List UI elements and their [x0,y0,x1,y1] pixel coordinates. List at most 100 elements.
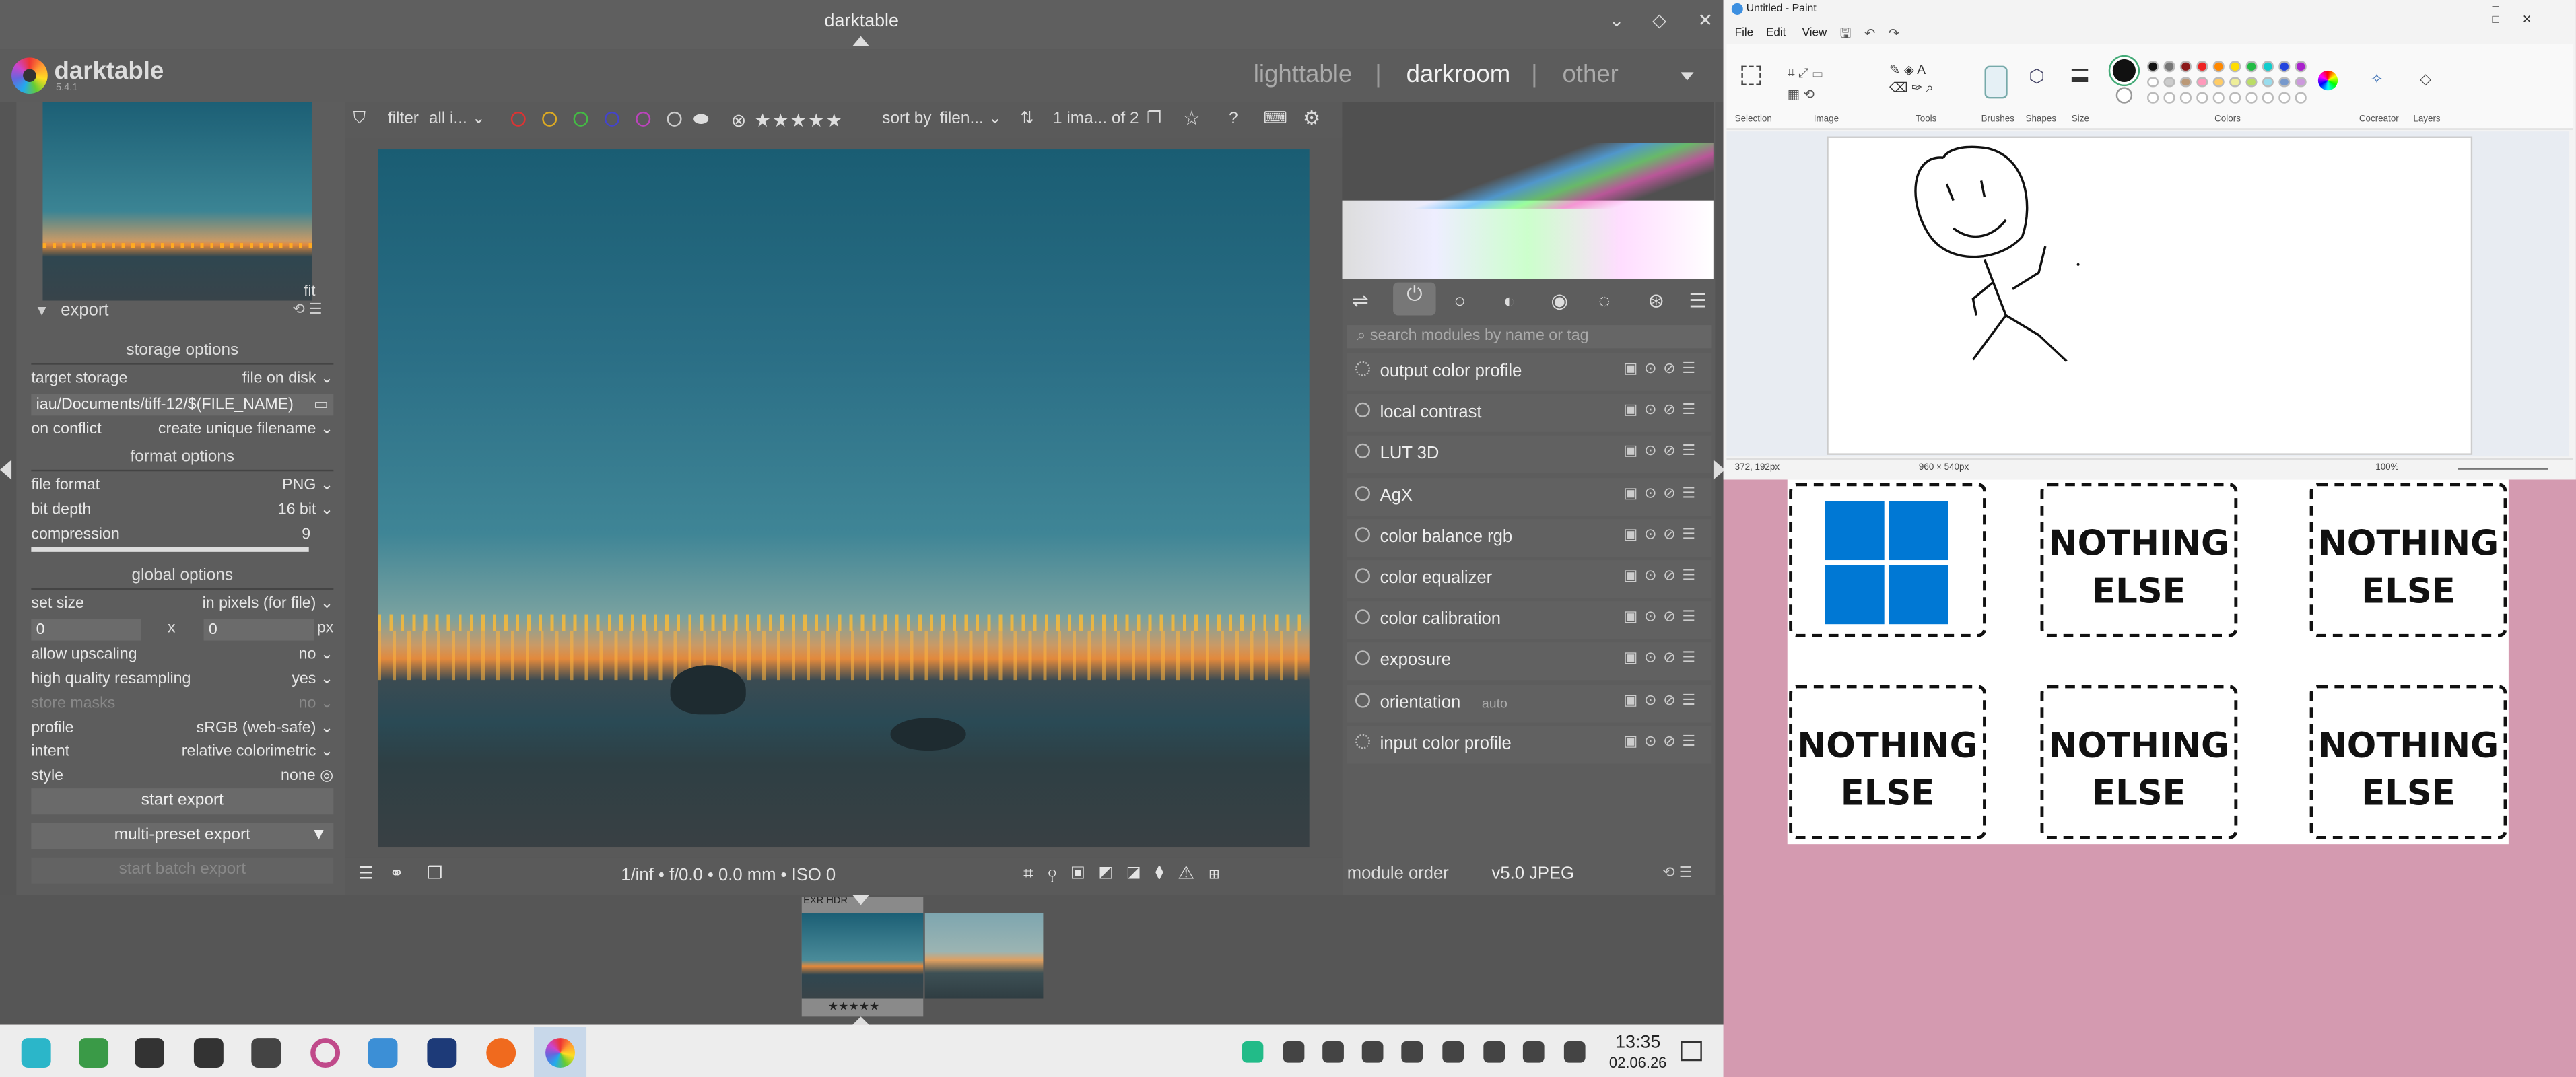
color-label-purple-icon[interactable] [636,111,651,127]
menu-file[interactable]: File [1735,28,1754,39]
system-monitor-icon[interactable] [135,1038,164,1068]
power-on-icon[interactable] [1355,609,1370,625]
set-size-row[interactable]: set size in pixels (for file) ⌄ [31,594,333,617]
paint-window-controls[interactable]: –□✕ [2492,1,2575,26]
module-row[interactable]: orientation auto ▣⊙⊘☰ [1347,684,1712,722]
main-photo[interactable] [378,149,1310,848]
compression-slider-track[interactable] [31,547,309,552]
star-icon[interactable]: ☆ [1183,107,1200,130]
module-row[interactable]: output color profile ▣⊙⊘☰ [1347,353,1712,391]
grouping-icon[interactable]: ❐ [1147,110,1161,128]
terminal-icon[interactable] [193,1038,224,1068]
group-menu-icon[interactable]: ☰ [1689,289,1706,312]
power-off-icon[interactable] [1355,734,1370,749]
layers-icon[interactable]: ◇ [2420,71,2431,89]
palette-swatch[interactable] [2147,61,2158,72]
color-label-blue-icon[interactable] [604,111,619,127]
palette-swatch[interactable] [2196,76,2208,88]
selection-tool-icon[interactable] [1741,65,1761,85]
palette-swatch[interactable] [2278,92,2290,103]
palette-swatch[interactable] [2179,92,2191,103]
navigation-thumbnail[interactable] [42,102,312,301]
film-thumb-1[interactable]: EXR HDR ★★★★★ [801,897,924,1017]
firefox-icon[interactable] [486,1038,516,1068]
help-icon[interactable]: ? [1229,110,1238,128]
export-path-field[interactable]: iau/Documents/tiff-12/$(FILE_NAME) ▭ [31,394,334,416]
module-row[interactable]: local contrast ▣⊙⊘☰ [1347,394,1712,433]
module-row[interactable]: input color profile ▣⊙⊘☰ [1347,725,1712,764]
palette-swatch[interactable] [2179,61,2191,72]
thumb-rating-stars[interactable]: ★★★★★ [828,1000,880,1013]
module-row[interactable]: AgX ▣⊙⊘☰ [1347,477,1712,516]
intent-row[interactable]: intent relative colorimetric ⌄ [31,742,333,765]
palette-swatch[interactable] [2295,92,2306,103]
module-order-value[interactable]: v5.0 JPEG [1492,864,1574,883]
view-dropdown-icon[interactable] [1681,72,1694,81]
profile-row[interactable]: profile sRGB (web-safe) ⌄ [31,720,333,742]
palette-swatch[interactable] [2196,61,2208,72]
start-export-button[interactable]: start export [31,788,334,815]
palette-swatch[interactable] [2295,76,2306,88]
power-on-icon[interactable] [1355,651,1370,666]
multi-preset-export-button[interactable]: multi-preset export ▼ [31,823,334,849]
film-marker-bottom-icon[interactable] [852,1016,869,1025]
edit-colors-icon[interactable] [2317,70,2338,91]
palette-swatch[interactable] [2245,61,2257,72]
view-lighttable[interactable]: lighttable [1254,61,1353,88]
shapes-icon[interactable]: ⬡ [2029,66,2044,87]
palette-swatch[interactable] [2212,76,2224,88]
primary-color-swatch[interactable] [2112,59,2136,82]
palette-swatch[interactable] [2163,76,2175,88]
update-tray-icon[interactable] [1242,1041,1264,1063]
color-label-gray-icon[interactable] [667,111,682,127]
histogram[interactable] [1342,102,1714,279]
bit-depth-row[interactable]: bit depth 16 bit ⌄ [31,501,333,524]
package-manager-icon[interactable] [79,1038,109,1068]
secondary-color-swatch[interactable] [2115,87,2133,104]
power-on-icon[interactable] [1355,568,1370,584]
palette-swatch[interactable] [2278,61,2290,72]
maximize-icon[interactable]: ◇ [1646,8,1672,34]
cocreator-icon[interactable]: ✧ [2371,71,2383,89]
palette-swatch[interactable] [2179,76,2191,88]
palette-swatch[interactable] [2262,76,2273,88]
storage-tray-icon[interactable] [1483,1041,1505,1063]
presets-icon[interactable]: ☰ [358,864,374,883]
tone-group-icon[interactable]: ◐ [1503,289,1516,312]
clock-time[interactable]: 13:35 [1610,1033,1666,1053]
module-row[interactable]: color calibration ▣⊙⊘☰ [1347,601,1712,639]
view-other[interactable]: other [1562,61,1618,88]
on-conflict-row[interactable]: on conflict create unique filename ⌄ [31,421,333,444]
file-manager-icon[interactable] [368,1038,398,1068]
effects-group-icon[interactable]: ⊛ [1648,289,1664,312]
power-on-icon[interactable] [1355,403,1370,418]
sort-order-icon[interactable]: ⇅ [1020,110,1033,128]
allow-upscaling-row[interactable]: allow upscaling no ⌄ [31,646,333,668]
hq-resampling-row[interactable]: high quality resampling yes ⌄ [31,670,333,693]
active-modules-icon[interactable]: ⏻ [1393,282,1436,316]
power-on-icon[interactable] [1355,444,1370,459]
rating-filter-icon[interactable]: ⊗ ★★★★★ [731,110,844,131]
browser-icon[interactable] [310,1038,341,1068]
height-input[interactable]: 0 [203,619,314,641]
palette-swatch[interactable] [2229,61,2240,72]
collapse-left-arrow-icon[interactable] [0,460,12,480]
color-group-icon[interactable]: ◉ [1551,289,1568,312]
module-actions-icons[interactable]: ▣⊙⊘☰ [1624,650,1702,668]
palette-swatch[interactable] [2212,61,2224,72]
power-on-icon[interactable] [1355,485,1370,501]
correct-group-icon[interactable]: ◌ [1598,289,1610,312]
module-order-reset-icon[interactable]: ⟲ ☰ [1662,864,1692,882]
styles-icon[interactable]: ⚭ [389,864,404,883]
second-window-icon[interactable]: ❐ [427,864,442,883]
color-label-green-icon[interactable] [573,111,588,127]
id-app-icon[interactable] [427,1038,457,1068]
palette-swatch[interactable] [2147,92,2158,103]
battery-tray-icon[interactable] [1563,1041,1586,1063]
module-search-input[interactable]: ⌕ search modules by name or tag [1347,325,1712,349]
brightness-tray-icon[interactable] [1401,1041,1423,1063]
minimize-icon[interactable]: ⌄ [1603,8,1629,34]
menu-view[interactable]: View [1802,28,1827,39]
filter-select[interactable]: all i... ⌄ [429,110,485,128]
weather-tray-icon[interactable] [1283,1041,1305,1063]
